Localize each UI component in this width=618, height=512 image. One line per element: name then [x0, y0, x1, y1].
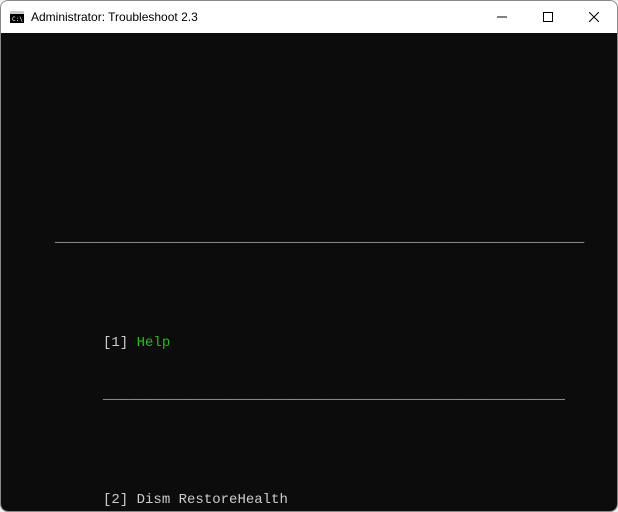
maximize-button[interactable] — [525, 1, 571, 33]
close-button[interactable] — [571, 1, 617, 33]
minimize-button[interactable] — [479, 1, 525, 33]
menu-item-2: [2] Dism RestoreHealth — [5, 492, 613, 510]
app-icon: C:\ — [9, 9, 25, 25]
window-frame: C:\ Administrator: Troubleshoot 2.3 ____… — [0, 0, 618, 512]
svg-text:C:\: C:\ — [12, 16, 23, 23]
menu-item-1: [1] Help — [5, 335, 613, 353]
hr-1: ________________________________________… — [5, 387, 613, 405]
window-title: Administrator: Troubleshoot 2.3 — [31, 10, 198, 24]
hr-top: ________________________________________… — [5, 230, 613, 248]
terminal-body[interactable]: ________________________________________… — [1, 33, 617, 511]
titlebar[interactable]: C:\ Administrator: Troubleshoot 2.3 — [1, 1, 617, 33]
